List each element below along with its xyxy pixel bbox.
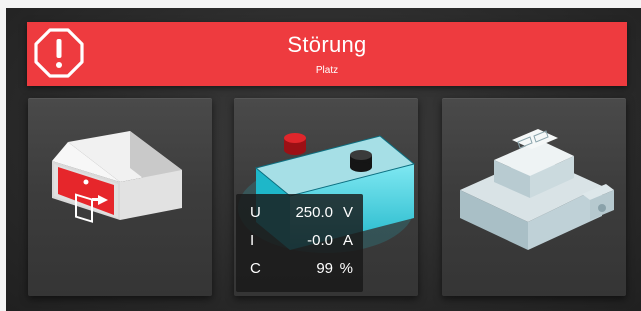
battery-readout: U 250.0 V I -0.0 A C 99 %	[236, 194, 363, 292]
voltage-row: U 250.0 V	[236, 204, 363, 226]
reading-value: 99	[316, 260, 333, 277]
reading-label: C	[250, 260, 261, 277]
reading-unit: V	[342, 204, 353, 221]
panel-background: Störung Platz U 250.0 V I -0.0 A C 99 %	[6, 8, 641, 311]
battery-tile[interactable]: U 250.0 V I -0.0 A C 99 %	[234, 98, 418, 296]
din-rail-module-icon	[460, 129, 614, 250]
emergency-exit-icon	[52, 131, 182, 223]
current-row: I -0.0 A	[236, 232, 363, 254]
alarm-title: Störung	[287, 32, 367, 57]
reading-unit: %	[339, 260, 353, 277]
module-tile[interactable]	[442, 98, 626, 296]
alarm-subtitle: Platz	[315, 65, 339, 76]
reading-label: U	[250, 204, 261, 221]
reading-label: I	[250, 232, 255, 249]
reading-value: 250.0	[295, 204, 333, 221]
exit-sign-tile[interactable]	[28, 98, 212, 296]
alarm-banner[interactable]: Störung Platz	[27, 22, 627, 86]
capacity-row: C 99 %	[236, 260, 363, 282]
reading-unit: A	[342, 232, 353, 249]
reading-value: -0.0	[307, 232, 333, 249]
